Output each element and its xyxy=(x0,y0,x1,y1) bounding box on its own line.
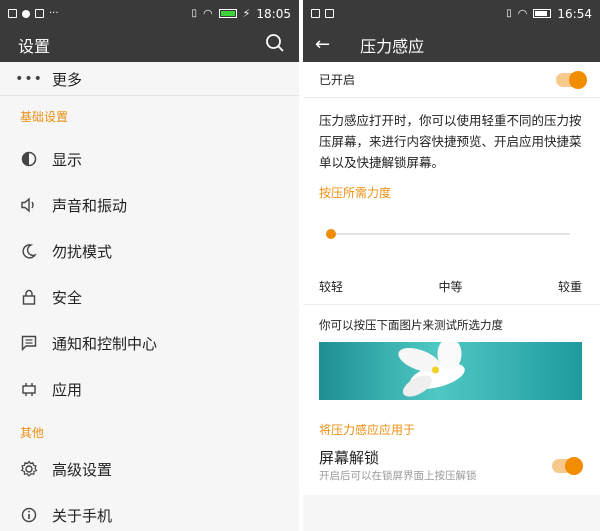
force-level-light[interactable]: 较轻 xyxy=(319,278,343,295)
unlock-toggle[interactable] xyxy=(552,457,583,475)
gear-icon xyxy=(18,458,40,480)
charging-icon: ⚡ xyxy=(242,7,251,20)
page-title: 设置 xyxy=(18,36,51,56)
moon-icon xyxy=(18,240,40,262)
force-settings: 按压所需力度 较轻 中等 较重 xyxy=(303,178,600,304)
section-header-other: 其他 xyxy=(20,425,45,440)
force-slider-track[interactable] xyxy=(331,233,570,235)
settings-item-dnd[interactable]: 勿扰模式 xyxy=(0,228,299,274)
settings-item-sound[interactable]: 声音和振动 xyxy=(0,182,299,228)
settings-item-more[interactable]: ••• 更多 xyxy=(0,62,299,96)
status-time: 18:05 xyxy=(256,6,291,21)
settings-item-label: 安全 xyxy=(52,288,83,307)
settings-item-about[interactable]: 关于手机 xyxy=(0,492,299,531)
force-level-medium[interactable]: 中等 xyxy=(438,278,462,295)
lock-icon xyxy=(18,286,40,308)
enabled-label: 已开启 xyxy=(319,73,356,87)
settings-item-label: 更多 xyxy=(52,70,83,89)
settings-panel: ··· ▯ ◠ ⚡ 18:05 设置 ••• 更多 基础设置 显示 声音和振动 … xyxy=(0,0,299,531)
status-bar: ▯ ◠ 16:54 xyxy=(303,0,600,27)
dot-notification-icon xyxy=(22,9,30,18)
more-icon: ••• xyxy=(15,71,43,87)
unlock-subtitle: 开启后可以在锁屏界面上按压解锁 xyxy=(319,470,477,482)
wifi-icon: ◠ xyxy=(517,7,528,20)
image-notification-icon xyxy=(311,9,320,18)
settings-item-advanced[interactable]: 高级设置 xyxy=(0,446,299,492)
sound-icon xyxy=(18,194,40,216)
force-level-heavy[interactable]: 较重 xyxy=(558,278,582,295)
display-icon xyxy=(18,148,40,170)
overflow-notification-icon: ··· xyxy=(49,8,59,19)
settings-item-label: 显示 xyxy=(52,150,83,169)
vibrate-icon: ▯ xyxy=(191,8,198,19)
battery-icon xyxy=(533,9,552,18)
settings-item-notifications[interactable]: 通知和控制中心 xyxy=(0,320,299,366)
apply-section: 将压力感应应用于 xyxy=(303,413,600,437)
test-area: 你可以按压下面图片来测试所选力度 xyxy=(303,305,600,413)
bag-notification-icon xyxy=(325,9,334,18)
enabled-row[interactable]: 已开启 xyxy=(303,62,600,97)
pressure-sensing-panel: ▯ ◠ 16:54 ← 压力感应 已开启 压力感应打开时，你可以使用轻重不同的压… xyxy=(303,0,600,531)
unlock-row[interactable]: 屏幕解锁 开启后可以在锁屏界面上按压解锁 xyxy=(303,435,600,495)
settings-item-label: 通知和控制中心 xyxy=(52,334,158,353)
bag-notification-icon xyxy=(35,9,44,18)
settings-item-security[interactable]: 安全 xyxy=(0,274,299,320)
description-block: 压力感应打开时，你可以使用轻重不同的压力按压屏幕，来进行内容快捷预览、开启应用快… xyxy=(303,98,600,178)
image-notification-icon xyxy=(8,9,17,18)
force-slider-knob[interactable] xyxy=(326,229,336,239)
wifi-icon: ◠ xyxy=(203,7,213,20)
status-time: 16:54 xyxy=(557,6,592,21)
app-bar: 设置 xyxy=(0,27,299,62)
back-arrow-icon[interactable]: ← xyxy=(315,34,330,55)
flower-icon xyxy=(398,342,465,397)
settings-item-label: 应用 xyxy=(52,380,83,399)
vibrate-icon: ▯ xyxy=(506,8,512,19)
force-section-title: 按压所需力度 xyxy=(319,186,392,200)
settings-item-display[interactable]: 显示 xyxy=(0,136,299,182)
section-header-basic: 基础设置 xyxy=(20,109,69,124)
apps-icon xyxy=(18,378,40,400)
page-title: 压力感应 xyxy=(360,36,425,56)
settings-item-label: 关于手机 xyxy=(52,506,113,525)
settings-item-label: 声音和振动 xyxy=(52,196,128,215)
test-image[interactable] xyxy=(319,342,582,400)
info-icon xyxy=(18,504,40,526)
test-hint: 你可以按压下面图片来测试所选力度 xyxy=(319,318,503,332)
app-bar: ← 压力感应 xyxy=(303,27,600,62)
status-bar: ··· ▯ ◠ ⚡ 18:05 xyxy=(0,0,299,27)
battery-icon xyxy=(218,9,237,18)
settings-item-apps[interactable]: 应用 xyxy=(0,366,299,412)
settings-item-label: 勿扰模式 xyxy=(52,242,113,261)
description-text: 压力感应打开时，你可以使用轻重不同的压力按压屏幕，来进行内容快捷预览、开启应用快… xyxy=(319,113,582,170)
settings-item-label: 高级设置 xyxy=(52,460,113,479)
unlock-title: 屏幕解锁 xyxy=(319,449,380,467)
notification-icon xyxy=(18,332,40,354)
search-icon[interactable] xyxy=(265,33,285,57)
enabled-toggle[interactable] xyxy=(556,70,587,89)
